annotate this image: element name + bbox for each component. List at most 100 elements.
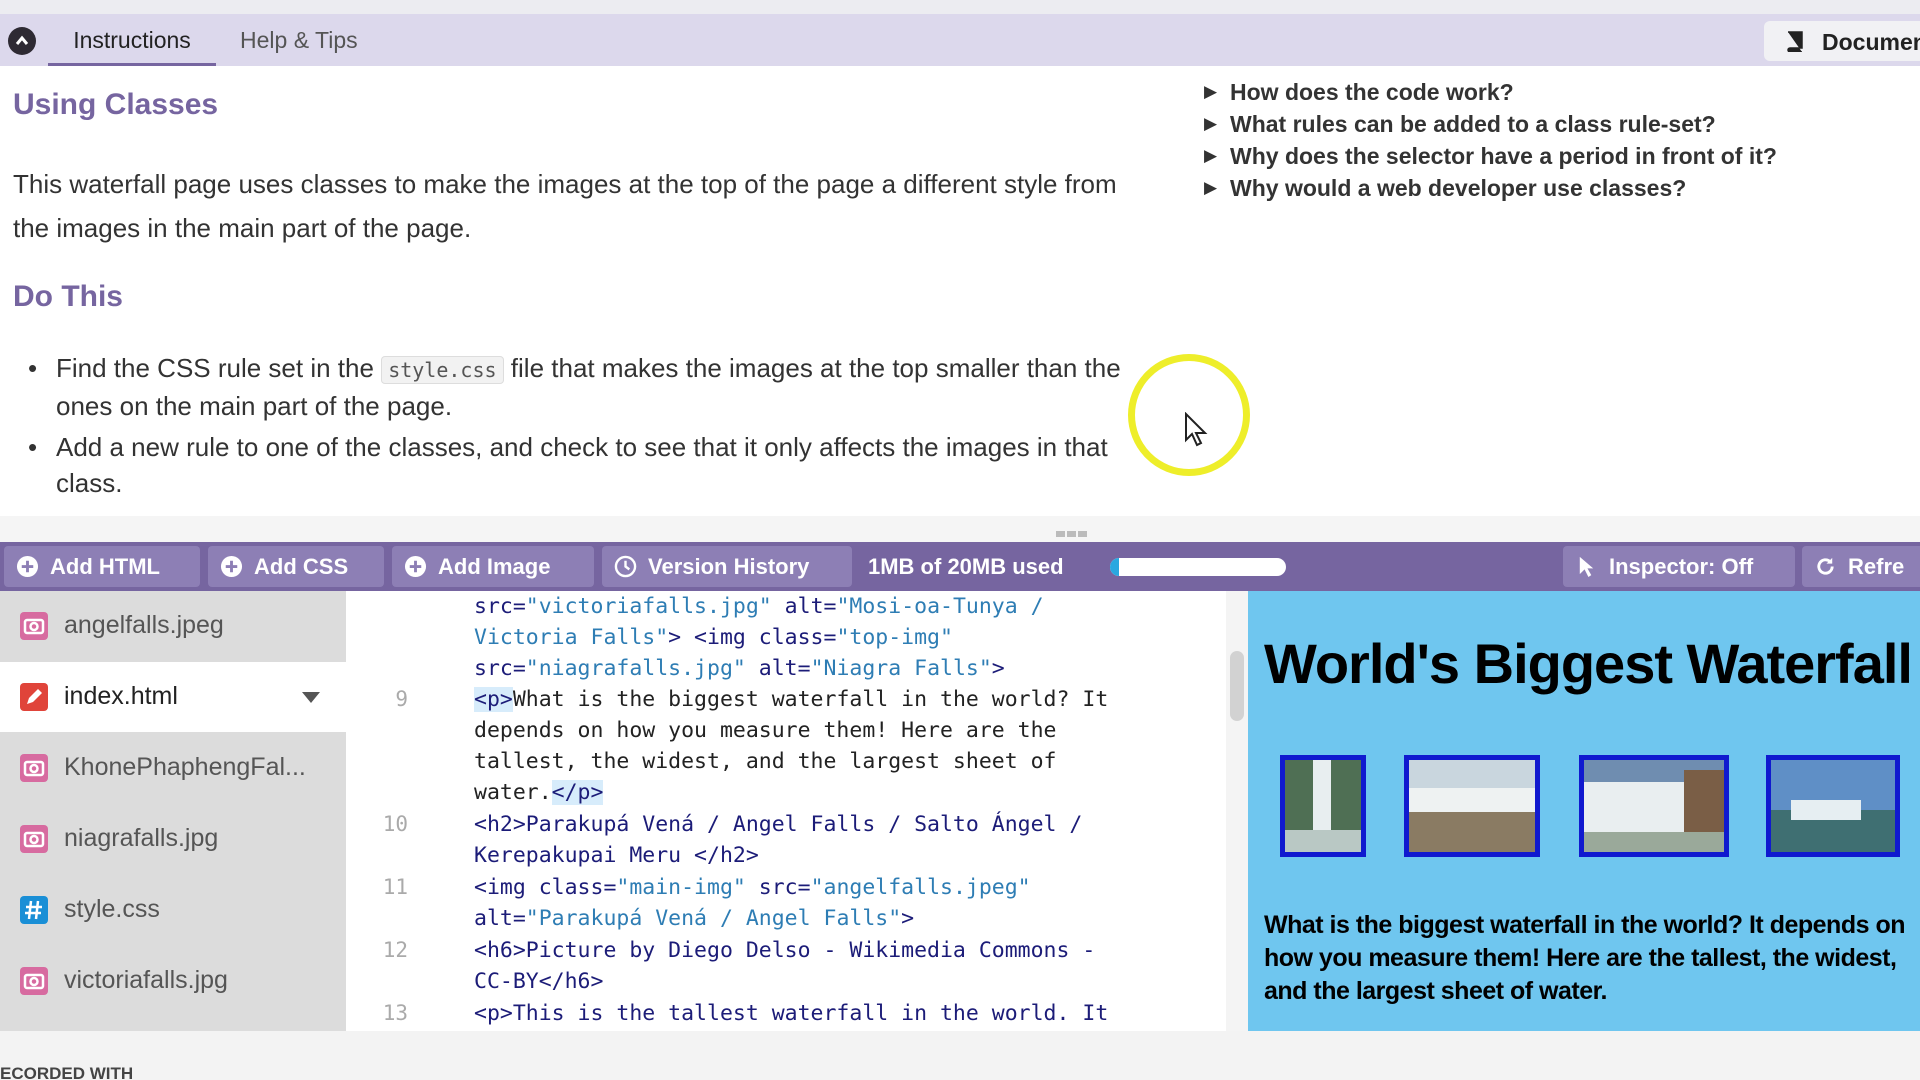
file-name: index.html xyxy=(64,682,178,710)
line-number: 12 xyxy=(382,938,408,962)
pencil-file-icon xyxy=(20,683,48,711)
window-top-strip xyxy=(0,0,1920,14)
file-item-active[interactable]: index.html xyxy=(0,662,346,732)
preview-thumbnail-image xyxy=(1579,755,1729,857)
version-history-label: Version History xyxy=(648,554,810,579)
bottom-strip xyxy=(0,1031,1920,1080)
preview-thumbnail-image xyxy=(1280,755,1366,857)
plus-circle-icon xyxy=(16,555,39,578)
code-editor[interactable]: 9 10 11 12 13 src="victoriafalls.jpg" al… xyxy=(346,591,1226,1031)
add-css-button[interactable]: Add CSS xyxy=(208,546,384,587)
task-item: Find the CSS rule set in the style.css f… xyxy=(28,350,1138,424)
code-line: <p>This is the tallest waterfall in the … xyxy=(474,1001,1109,1026)
faq-item[interactable]: ▶ What rules can be added to a class rule… xyxy=(1200,108,1900,140)
preview-thumbnail-image xyxy=(1766,755,1900,857)
code-line: <h2>Parakupá Vená / Angel Falls / Salto … xyxy=(474,812,1083,837)
version-history-button[interactable]: Version History xyxy=(602,546,852,587)
instructions-tab-bar: Instructions Help & Tips Documen xyxy=(0,14,1920,66)
faq-item[interactable]: ▶ How does the code work? xyxy=(1200,76,1900,108)
add-html-button[interactable]: Add HTML xyxy=(4,546,200,587)
pointer-icon xyxy=(1579,556,1594,578)
code-line: alt="Parakupá Vená / Angel Falls"> xyxy=(474,906,915,931)
file-name: niagrafalls.jpg xyxy=(64,824,219,852)
preview-title: World's Biggest Waterfall xyxy=(1264,632,1913,695)
task-item: Add a new rule to one of the classes, an… xyxy=(28,429,1138,501)
chevron-down-icon[interactable] xyxy=(302,692,320,703)
refresh-button[interactable]: Refre xyxy=(1802,546,1920,587)
file-item[interactable]: angelfalls.jpeg xyxy=(0,591,346,661)
inspector-label: Inspector: Off xyxy=(1609,554,1754,579)
storage-usage-fill xyxy=(1110,558,1119,576)
image-file-icon xyxy=(20,612,48,640)
inspector-toggle-button[interactable]: Inspector: Off xyxy=(1563,546,1795,587)
expand-triangle-icon: ▶ xyxy=(1204,146,1218,165)
instructions-panel: Using Classes This waterfall page uses c… xyxy=(0,66,1920,516)
faq-question: Why would a web developer use classes? xyxy=(1230,175,1687,201)
file-name: KhonePhaphengFal... xyxy=(64,753,306,781)
file-name: victoriafalls.jpg xyxy=(64,966,228,994)
preview-paragraph: What is the biggest waterfall in the wor… xyxy=(1264,911,1905,1005)
faq-item[interactable]: ▶ Why does the selector have a period in … xyxy=(1200,140,1900,172)
task-list: Find the CSS rule set in the style.css f… xyxy=(28,350,1138,506)
mouse-pointer-icon xyxy=(1185,412,1208,447)
faq-item[interactable]: ▶ Why would a web developer use classes? xyxy=(1200,172,1900,204)
tab-instructions[interactable]: Instructions xyxy=(48,14,216,66)
code-line: <img class="main-img" src="angelfalls.jp… xyxy=(474,875,1031,900)
image-file-icon xyxy=(20,825,48,853)
book-icon xyxy=(1787,31,1803,52)
task-text: Find the CSS rule set in the xyxy=(56,353,374,383)
code-line: Kerepakupai Meru </h2> xyxy=(474,843,759,868)
instructions-paragraph: This waterfall page uses classes to make… xyxy=(13,169,1117,243)
image-file-icon xyxy=(20,967,48,995)
expand-triangle-icon: ▶ xyxy=(1204,82,1218,101)
faq-question: What rules can be added to a class rule-… xyxy=(1230,111,1716,137)
recording-watermark: ECORDED WITH xyxy=(0,1064,134,1080)
image-file-icon xyxy=(20,754,48,782)
editor-scrollbar[interactable] xyxy=(1226,591,1248,1031)
line-number: 11 xyxy=(382,875,408,899)
hash-file-icon xyxy=(20,896,48,924)
code-line: src="victoriafalls.jpg" alt="Mosi-oa-Tun… xyxy=(474,594,1044,619)
task-text: Add a new rule to one of the classes, an… xyxy=(56,432,1108,498)
add-html-label: Add HTML xyxy=(50,554,160,579)
file-list: angelfalls.jpeg index.html KhonePhapheng… xyxy=(0,591,346,1031)
line-number: 13 xyxy=(382,1001,408,1025)
faq-list: ▶ How does the code work? ▶ What rules can… xyxy=(1200,76,1900,204)
editor-scroll-thumb[interactable] xyxy=(1230,651,1244,721)
code-line: <h6>Picture by Diego Delso - Wikimedia C… xyxy=(474,938,1096,963)
inline-code: style.css xyxy=(381,356,504,384)
documentation-button[interactable]: Documen xyxy=(1764,21,1920,61)
editor-toolbar: Add HTML Add CSS Add Image Version Histo… xyxy=(0,542,1920,591)
drag-handle-icon[interactable] xyxy=(1056,524,1092,537)
line-number: 10 xyxy=(382,812,408,836)
tab-help-tips[interactable]: Help & Tips xyxy=(240,14,358,66)
code-line: Victoria Falls"> <img class="top-img" xyxy=(474,625,953,650)
refresh-label: Refre xyxy=(1848,554,1905,579)
code-line: CC-BY</h6> xyxy=(474,969,604,994)
plus-circle-icon xyxy=(220,555,243,578)
file-item[interactable]: KhonePhaphengFal... xyxy=(0,733,346,803)
file-name: angelfalls.jpeg xyxy=(64,611,224,639)
refresh-icon xyxy=(1817,557,1834,575)
clock-icon xyxy=(614,555,637,578)
heading-do-this: Do This xyxy=(13,280,123,313)
file-item[interactable]: victoriafalls.jpg xyxy=(0,946,346,1016)
add-image-button[interactable]: Add Image xyxy=(392,546,594,587)
code-line: src="niagrafalls.jpg" alt="Niagra Falls"… xyxy=(474,656,1005,681)
file-item[interactable]: niagrafalls.jpg xyxy=(0,804,346,874)
faq-question: How does the code work? xyxy=(1230,79,1514,105)
collapse-chevron-icon[interactable] xyxy=(8,27,36,55)
storage-usage-bar xyxy=(1110,558,1286,576)
panel-splitter[interactable] xyxy=(0,516,1920,542)
file-item[interactable]: style.css xyxy=(0,875,346,945)
page-preview: World's Biggest Waterfall What is the bi… xyxy=(1248,591,1920,1031)
plus-circle-icon xyxy=(404,555,427,578)
expand-triangle-icon: ▶ xyxy=(1204,178,1218,197)
code-line: <p>What is the biggest waterfall in the … xyxy=(474,687,1109,712)
add-image-label: Add Image xyxy=(438,554,551,579)
code-line: depends on how you measure them! Here ar… xyxy=(474,718,1057,743)
faq-question: Why does the selector have a period in f… xyxy=(1230,143,1777,169)
preview-thumbnail-image xyxy=(1404,755,1540,857)
file-name: style.css xyxy=(64,895,160,923)
expand-triangle-icon: ▶ xyxy=(1204,114,1218,133)
